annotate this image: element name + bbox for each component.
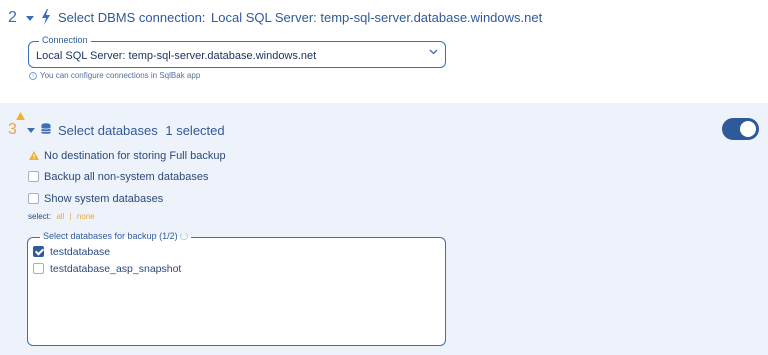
database-item-label[interactable]: testdatabase — [50, 246, 110, 258]
backup-all-checkbox[interactable] — [28, 171, 39, 182]
warning-icon — [16, 112, 25, 120]
chevron-down-icon[interactable] — [429, 49, 438, 55]
database-item-label[interactable]: testdatabase_asp_snapshot — [50, 263, 181, 275]
show-system-checkbox[interactable] — [28, 193, 39, 204]
step-title-value: Local SQL Server: temp-sql-server.databa… — [211, 10, 543, 25]
warning-message: No destination for storing Full backup — [29, 150, 226, 162]
warning-text: No destination for storing Full backup — [44, 150, 226, 162]
select-links: select: all | none — [28, 212, 95, 221]
backup-all-label[interactable]: Backup all non-system databases — [44, 171, 208, 183]
database-list-legend-text: Select databases for backup (1/2) — [43, 231, 178, 241]
info-text: You can configure connections in SqlBak … — [40, 71, 201, 80]
step-dbms-connection: 2 Select DBMS connection: Local SQL Serv… — [0, 0, 768, 103]
step-title-label: Select databases — [58, 123, 158, 138]
step-enable-toggle[interactable] — [722, 118, 759, 140]
step-title: Select databases 1 selected — [58, 123, 225, 138]
database-checkbox-testdatabase[interactable] — [33, 246, 44, 257]
step-number: 2 — [8, 9, 17, 26]
select-label: select: — [28, 212, 52, 221]
collapse-caret-icon[interactable] — [27, 128, 35, 133]
connection-select-value[interactable]: Local SQL Server: temp-sql-server.databa… — [36, 50, 316, 62]
select-all-link[interactable]: all — [56, 212, 64, 221]
show-system-label[interactable]: Show system databases — [44, 193, 163, 205]
database-checkbox-snapshot[interactable] — [33, 263, 44, 274]
step-title: Select DBMS connection: Local SQL Server… — [58, 10, 542, 25]
select-separator: | — [69, 212, 72, 221]
database-list-legend: Select databases for backup (1/2) — [40, 231, 191, 242]
connection-legend: Connection — [39, 35, 91, 46]
step-select-databases: 3 Select databases 1 selected No destina… — [0, 103, 768, 355]
lightning-icon — [42, 9, 50, 25]
collapse-caret-icon[interactable] — [26, 16, 34, 21]
loading-spinner-icon — [179, 232, 188, 240]
step-title-label: Select DBMS connection: — [58, 10, 206, 25]
select-none-link[interactable]: none — [77, 212, 95, 221]
selected-count: 1 selected — [165, 123, 225, 138]
step-number: 3 — [8, 121, 17, 138]
database-icon — [41, 123, 51, 134]
info-icon: i — [29, 72, 37, 80]
toggle-knob — [740, 121, 756, 137]
